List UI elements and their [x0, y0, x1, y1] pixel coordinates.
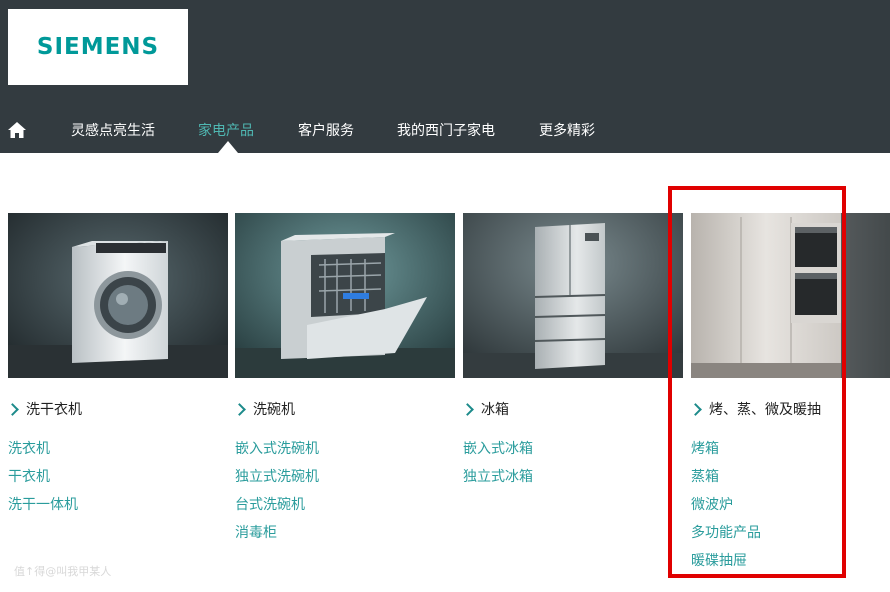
- sub-category-link[interactable]: 干衣机: [8, 467, 78, 495]
- category-title-label: 洗干衣机: [26, 402, 82, 418]
- sub-category-link[interactable]: 烤箱: [691, 439, 761, 467]
- sub-category-link[interactable]: 独立式冰箱: [463, 467, 533, 495]
- chevron-right-icon: [233, 402, 246, 416]
- chevron-right-icon: [461, 402, 474, 416]
- category-title-fridges[interactable]: 冰箱: [461, 399, 509, 419]
- nav-item-inspiration[interactable]: 灵感点亮生活: [71, 121, 155, 141]
- sub-category-link[interactable]: 微波炉: [691, 495, 761, 523]
- logo-text: SIEMENS: [36, 34, 160, 60]
- built-in-ovens-image[interactable]: [691, 213, 890, 378]
- sub-category-link[interactable]: 台式洗碗机: [235, 495, 319, 523]
- nav-item-appliances[interactable]: 家电产品: [198, 121, 254, 141]
- fridge-image[interactable]: [463, 213, 683, 378]
- sub-category-link[interactable]: 独立式洗碗机: [235, 467, 319, 495]
- chevron-right-icon: [6, 402, 19, 416]
- sub-category-link[interactable]: 暖碟抽屉: [691, 551, 761, 579]
- category-title-label: 烤、蒸、微及暖抽: [709, 402, 821, 418]
- sub-category-list: 烤箱 蒸箱 微波炉 多功能产品 暖碟抽屉: [691, 439, 761, 579]
- sub-category-list: 洗衣机 干衣机 洗干一体机: [8, 439, 78, 523]
- watermark: 值↑得@叫我甲某人: [14, 565, 112, 578]
- active-nav-indicator: [218, 141, 238, 153]
- main-nav: 灵感点亮生活 家电产品 客户服务 我的西门子家电 更多精彩: [0, 112, 890, 148]
- category-title-label: 洗碗机: [253, 402, 295, 418]
- site-header: SIEMENS 灵感点亮生活 家电产品 客户服务 我的西门子家电 更多精彩: [0, 0, 890, 153]
- sub-category-link[interactable]: 洗衣机: [8, 439, 78, 467]
- sub-category-list: 嵌入式洗碗机 独立式洗碗机 台式洗碗机 消毒柜: [235, 439, 319, 551]
- category-title-ovens[interactable]: 烤、蒸、微及暖抽: [689, 399, 821, 419]
- sub-category-link[interactable]: 洗干一体机: [8, 495, 78, 523]
- sub-category-list: 嵌入式冰箱 独立式冰箱: [463, 439, 533, 495]
- category-title-dishwashers[interactable]: 洗碗机: [233, 399, 295, 419]
- home-icon[interactable]: [7, 121, 27, 139]
- sub-category-link[interactable]: 嵌入式洗碗机: [235, 439, 319, 467]
- nav-item-my-siemens[interactable]: 我的西门子家电: [397, 121, 495, 141]
- siemens-logo[interactable]: SIEMENS: [8, 9, 188, 85]
- chevron-right-icon: [689, 402, 702, 416]
- sub-category-link[interactable]: 蒸箱: [691, 467, 761, 495]
- sub-category-link[interactable]: 多功能产品: [691, 523, 761, 551]
- sub-category-link[interactable]: 嵌入式冰箱: [463, 439, 533, 467]
- sub-category-link[interactable]: 消毒柜: [235, 523, 319, 551]
- category-title-label: 冰箱: [481, 402, 509, 418]
- dishwasher-image[interactable]: [235, 213, 455, 378]
- washing-machine-image[interactable]: [8, 213, 228, 378]
- nav-item-customer-service[interactable]: 客户服务: [298, 121, 354, 141]
- nav-item-more[interactable]: 更多精彩: [539, 121, 595, 141]
- category-title-washers[interactable]: 洗干衣机: [6, 399, 82, 419]
